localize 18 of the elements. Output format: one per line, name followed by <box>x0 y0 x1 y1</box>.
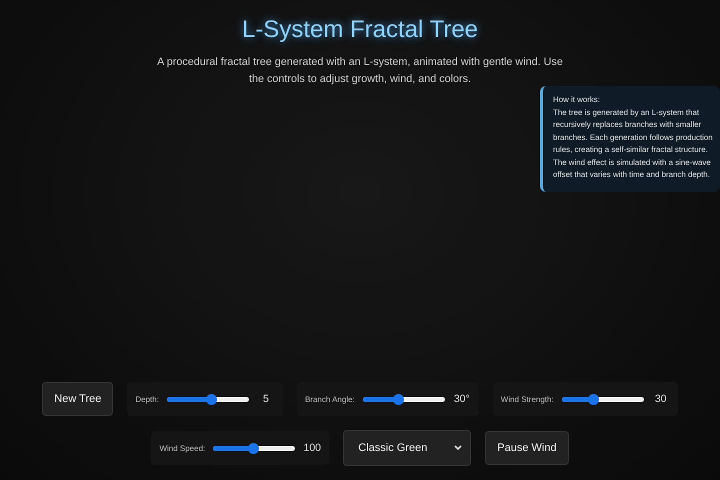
page-title: L-System Fractal Tree <box>242 16 478 44</box>
action-button[interactable]: New Tree <box>42 382 114 416</box>
slider-label: Wind Speed: <box>159 444 206 452</box>
slider-value: 100 <box>303 442 322 454</box>
action-button[interactable]: Pause Wind <box>485 431 569 465</box>
page-description: A procedural fractal tree generated with an L-system, animated with gentle wind. Use the controls to adjust growth, wind, and colors. <box>156 55 564 87</box>
slider[interactable] <box>362 396 445 402</box>
slider[interactable] <box>213 446 296 450</box>
slider[interactable] <box>562 396 644 402</box>
slider-label: Depth: <box>135 394 159 404</box>
slider-value: 5 <box>262 393 270 405</box>
slider[interactable] <box>166 396 249 402</box>
chevron-icon <box>454 445 462 451</box>
slider-value: 30° <box>452 393 471 405</box>
slider-label: Wind Strength: <box>500 394 554 404</box>
color-scheme-dropdown[interactable]: Classic Green <box>343 430 472 466</box>
slider-label: Branch Angle: <box>304 394 355 404</box>
slider-value: 30 <box>654 393 668 405</box>
